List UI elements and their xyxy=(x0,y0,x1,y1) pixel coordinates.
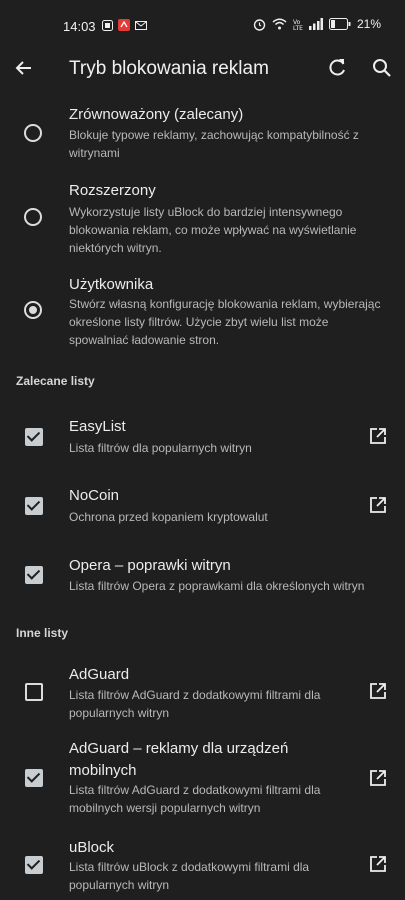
open-external-icon[interactable] xyxy=(368,768,388,788)
battery-icon xyxy=(328,18,351,30)
checkbox-checked[interactable] xyxy=(25,428,43,446)
alarm-icon xyxy=(253,18,266,31)
filter-list-item-ublock[interactable]: uBlock Lista filtrów uBlock z dodatkowym… xyxy=(0,837,405,899)
filter-title: AdGuard – reklamy dla urządzeń mobilnych xyxy=(69,740,289,779)
filter-title: uBlock xyxy=(69,839,115,856)
app-notif-icon xyxy=(102,19,113,31)
filter-description: Lista filtrów AdGuard z dodatkowymi filt… xyxy=(69,783,321,815)
mode-description: Wykorzystuje listy uBlock do bardziej in… xyxy=(69,205,357,255)
filter-title: Opera – poprawki witryn xyxy=(69,557,231,574)
filter-list-item-easylist[interactable]: EasyList Lista filtrów dla popularnych w… xyxy=(0,412,405,468)
filter-description: Ochrona przed kopaniem kryptowalut xyxy=(69,510,268,524)
radio-button-selected[interactable] xyxy=(24,301,42,319)
pdf-notif-icon xyxy=(118,19,130,31)
mode-option-balanced[interactable]: Zrównoważony (zalecany) Blokuje typowe r… xyxy=(0,100,405,170)
filter-description: Lista filtrów dla popularnych witryn xyxy=(69,441,252,455)
mode-description: Stwórz własną konfigurację blokowania re… xyxy=(69,297,381,347)
status-time: 14:03 xyxy=(63,19,96,34)
mode-title: Zrównoważony (zalecany) xyxy=(69,106,244,123)
mode-title: Rozszerzony xyxy=(69,182,156,199)
app-bar: Tryb blokowania reklam xyxy=(0,46,405,94)
volte-icon: VoLTE xyxy=(293,19,303,31)
filter-title: NoCoin xyxy=(69,487,120,504)
mode-option-user[interactable]: Użytkownika Stwórz własną konfigurację b… xyxy=(0,270,405,360)
filter-description: Lista filtrów uBlock z dodatkowymi filtr… xyxy=(69,860,310,892)
signal-icon xyxy=(308,18,323,30)
filter-list-item-nocoin[interactable]: NoCoin Ochrona przed kopaniem kryptowalu… xyxy=(0,481,405,537)
filter-list-item-adguard-mobile[interactable]: AdGuard – reklamy dla urządzeń mobilnych… xyxy=(0,738,405,824)
search-icon[interactable] xyxy=(370,56,394,80)
mail-notif-icon xyxy=(135,20,147,30)
mode-title: Użytkownika xyxy=(69,276,154,293)
section-header-other: Inne listy xyxy=(16,626,69,640)
filter-list-item-adguard[interactable]: AdGuard Lista filtrów AdGuard z dodatkow… xyxy=(0,662,405,724)
filter-title: EasyList xyxy=(69,418,126,435)
checkbox-checked[interactable] xyxy=(25,566,43,584)
open-external-icon[interactable] xyxy=(368,681,388,701)
status-right: Vo LTE 21% xyxy=(253,17,381,31)
back-arrow-icon[interactable] xyxy=(12,56,36,80)
open-external-icon[interactable] xyxy=(368,495,388,515)
mode-description: Blokuje typowe reklamy, zachowując kompa… xyxy=(69,128,359,160)
checkbox-checked[interactable] xyxy=(25,497,43,515)
wifi-icon xyxy=(272,18,287,30)
page-title: Tryb blokowania reklam xyxy=(69,58,269,79)
mode-option-extended[interactable]: Rozszerzony Wykorzystuje listy uBlock do… xyxy=(0,176,405,266)
battery-percentage: 21% xyxy=(356,17,381,31)
open-external-icon[interactable] xyxy=(368,854,388,874)
radio-button[interactable] xyxy=(24,208,42,226)
filter-list-item-opera-fixes[interactable]: Opera – poprawki witryn Lista filtrów Op… xyxy=(0,551,405,607)
checkbox-checked[interactable] xyxy=(25,856,43,874)
checkbox-unchecked[interactable] xyxy=(25,683,43,701)
svg-text:LTE: LTE xyxy=(293,25,303,31)
filter-title: AdGuard xyxy=(69,666,130,683)
checkbox-checked[interactable] xyxy=(25,769,43,787)
notification-icons xyxy=(102,19,147,31)
filter-description: Lista filtrów Opera z poprawkami dla okr… xyxy=(69,579,365,593)
refresh-icon[interactable] xyxy=(325,56,349,80)
status-bar: 14:03 Vo LTE 21% xyxy=(0,0,405,46)
radio-button[interactable] xyxy=(24,124,42,142)
open-external-icon[interactable] xyxy=(368,426,388,446)
section-header-recommended: Zalecane listy xyxy=(16,374,95,388)
filter-description: Lista filtrów AdGuard z dodatkowymi filt… xyxy=(69,688,321,720)
